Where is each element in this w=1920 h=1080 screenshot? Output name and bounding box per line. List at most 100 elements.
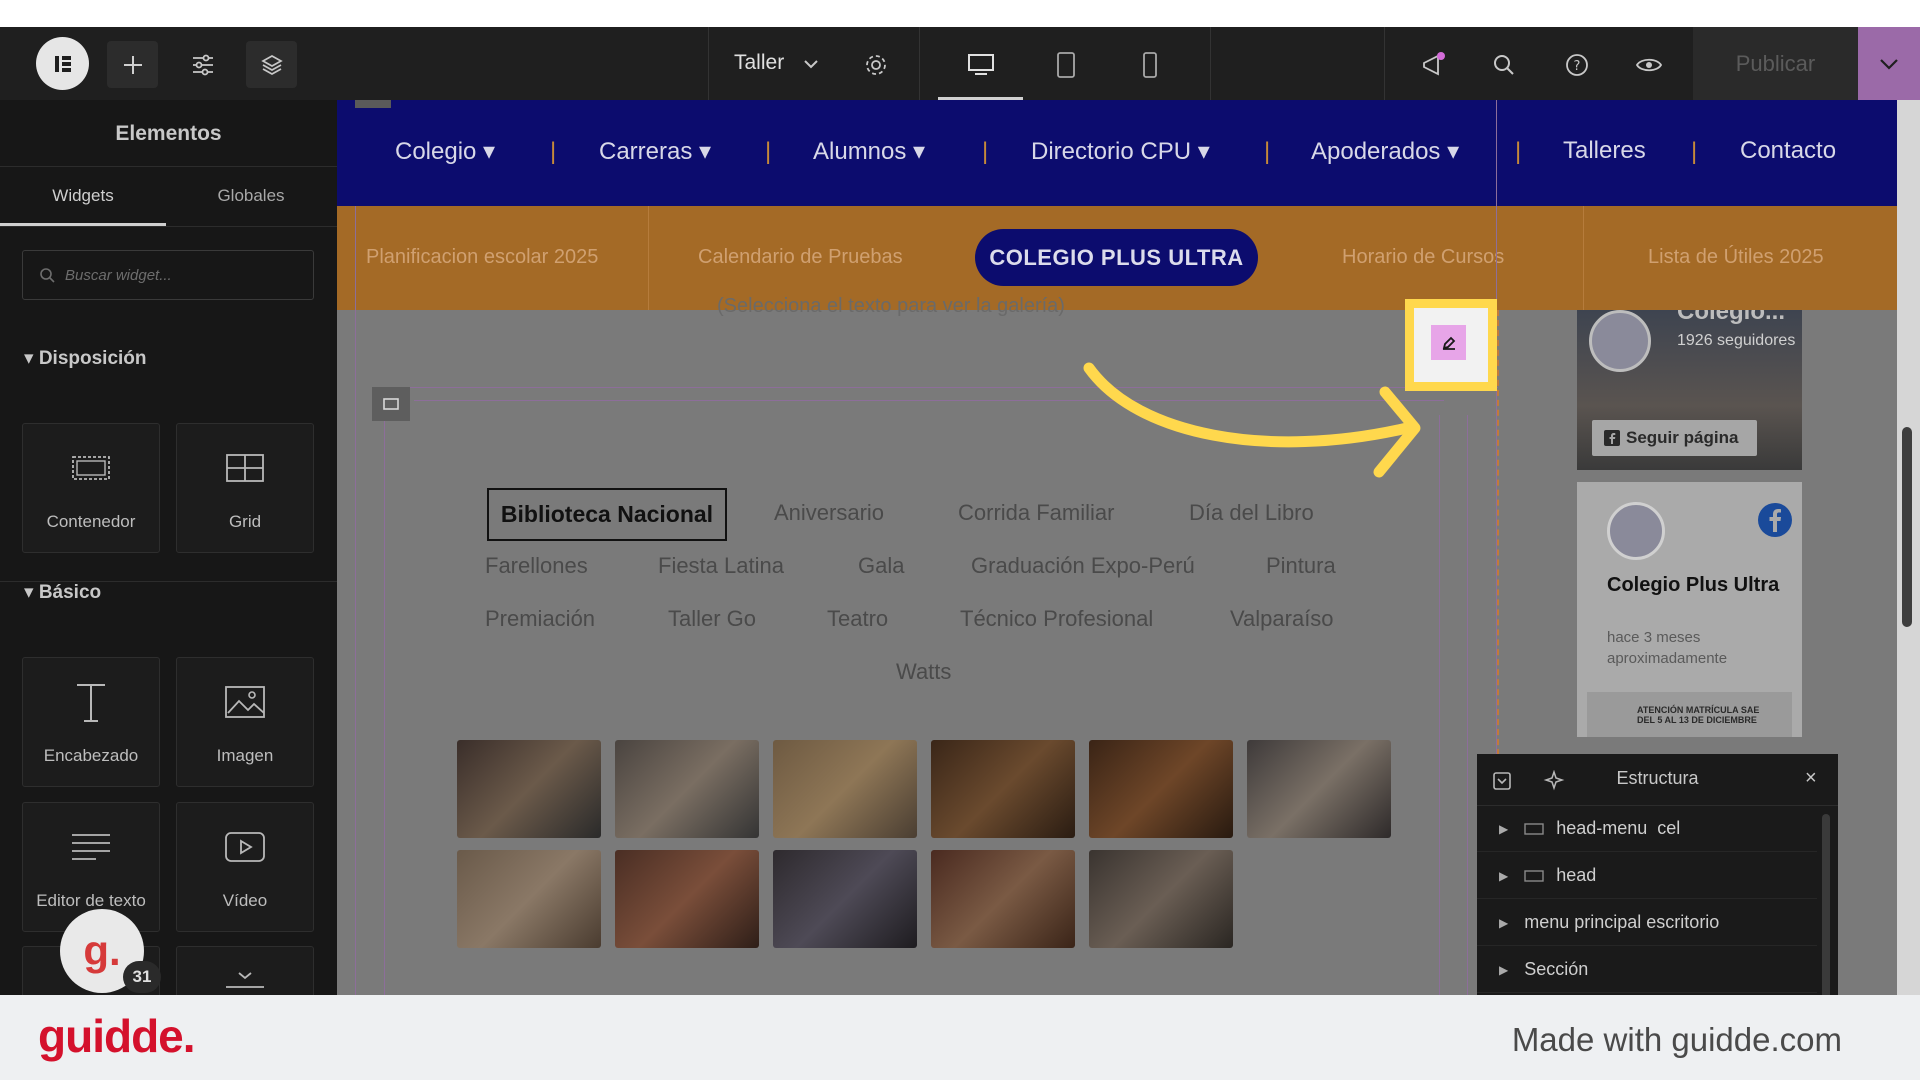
gallery-filter[interactable]: Teatro bbox=[827, 606, 888, 632]
search-icon bbox=[1493, 54, 1514, 75]
gallery-filter-active[interactable]: Biblioteca Nacional bbox=[487, 488, 727, 541]
widget-contenedor[interactable]: Contenedor bbox=[22, 423, 160, 553]
divider bbox=[1210, 27, 1211, 100]
elementor-logo-icon[interactable] bbox=[36, 37, 89, 90]
container-icon bbox=[72, 456, 110, 480]
gallery-filter[interactable]: Gala bbox=[858, 553, 904, 579]
subnav-calendario[interactable]: Calendario de Pruebas bbox=[698, 246, 903, 269]
mobile-view-button[interactable] bbox=[1124, 41, 1175, 88]
subnav-lista-utiles[interactable]: Lista de Útiles 2025 bbox=[1648, 246, 1824, 269]
nav-item-apoderados[interactable]: Apoderados ▾ bbox=[1311, 137, 1459, 166]
structure-button[interactable] bbox=[246, 41, 297, 88]
close-icon[interactable]: × bbox=[1805, 767, 1817, 790]
divider bbox=[919, 27, 920, 100]
gallery-filter[interactable]: Pintura bbox=[1266, 553, 1336, 579]
layers-icon bbox=[260, 54, 283, 75]
gallery-filter[interactable]: Watts bbox=[896, 659, 951, 685]
gallery-image[interactable] bbox=[931, 740, 1075, 838]
container-handle[interactable] bbox=[372, 387, 410, 421]
publish-button[interactable]: Publicar bbox=[1693, 27, 1858, 100]
widget-encabezado[interactable]: Encabezado bbox=[22, 657, 160, 787]
preview-button[interactable] bbox=[1623, 41, 1674, 88]
widget-imagen[interactable]: Imagen bbox=[176, 657, 314, 787]
nav-item-talleres[interactable]: Talleres bbox=[1563, 137, 1646, 165]
nav-item-carreras[interactable]: Carreras ▾ bbox=[599, 137, 711, 166]
section-handle[interactable] bbox=[355, 100, 391, 108]
container-icon bbox=[1524, 822, 1544, 835]
add-element-button[interactable] bbox=[107, 41, 158, 88]
structure-row[interactable]: ▶ head bbox=[1477, 853, 1817, 899]
tablet-icon bbox=[1056, 51, 1075, 78]
elementor-editor: Taller ? Publicar Elementos Widgets Glob… bbox=[0, 27, 1920, 995]
gallery-filter[interactable]: Fiesta Latina bbox=[658, 553, 784, 579]
section-label: Disposición bbox=[38, 348, 147, 369]
nav-item-colegio[interactable]: Colegio ▾ bbox=[395, 137, 495, 166]
tab-globales[interactable]: Globales bbox=[168, 186, 334, 206]
canvas-scrollbar[interactable] bbox=[1902, 427, 1912, 627]
section-label: Básico bbox=[38, 582, 102, 603]
svg-text:?: ? bbox=[1573, 59, 1580, 74]
gallery-image[interactable] bbox=[1247, 740, 1391, 838]
text-editor-icon bbox=[72, 834, 110, 860]
gallery-filter[interactable]: Corrida Familiar bbox=[958, 500, 1114, 526]
gallery-image[interactable] bbox=[1089, 740, 1233, 838]
tab-widgets[interactable]: Widgets bbox=[0, 186, 166, 206]
gallery-filter[interactable]: Farellones bbox=[485, 553, 588, 579]
publish-options-button[interactable] bbox=[1858, 27, 1920, 100]
divider-icon bbox=[226, 972, 264, 995]
gallery-image[interactable] bbox=[615, 740, 759, 838]
sliders-icon bbox=[192, 54, 213, 75]
image-icon bbox=[225, 686, 265, 718]
site-settings-button[interactable] bbox=[177, 41, 228, 88]
section-disposicion[interactable]: ▾ Disposición bbox=[24, 347, 147, 370]
grid-icon bbox=[226, 454, 264, 482]
nav-item-contacto[interactable]: Contacto bbox=[1740, 137, 1836, 165]
plus-icon bbox=[123, 55, 142, 74]
gallery-image[interactable] bbox=[931, 850, 1075, 948]
page-name-dropdown[interactable]: Taller bbox=[734, 51, 784, 75]
nav-item-directorio[interactable]: Directorio CPU ▾ bbox=[1031, 137, 1210, 166]
widget-label: Vídeo bbox=[222, 891, 268, 910]
structure-row[interactable]: ▶ head-menu cel bbox=[1477, 806, 1817, 852]
help-button[interactable]: ? bbox=[1551, 41, 1602, 88]
gallery-filter[interactable]: Día del Libro bbox=[1189, 500, 1314, 526]
widget-video[interactable]: Vídeo bbox=[176, 802, 314, 932]
edit-widget-button[interactable] bbox=[1431, 325, 1466, 360]
facebook-post: Colegio Plus Ultra hace 3 meses aproxima… bbox=[1577, 482, 1802, 737]
gallery-image[interactable] bbox=[457, 740, 601, 838]
gallery-filter[interactable]: Valparaíso bbox=[1230, 606, 1334, 632]
gallery-filter[interactable]: Premiación bbox=[485, 606, 595, 632]
widget-search-input[interactable]: Buscar widget... bbox=[22, 250, 314, 300]
gallery-image[interactable] bbox=[773, 740, 917, 838]
structure-row[interactable]: ▶ menu principal escritorio bbox=[1477, 900, 1817, 946]
gallery-filter[interactable]: Técnico Profesional bbox=[960, 606, 1153, 632]
site-sub-nav: Planificacion escolar 2025 Calendario de… bbox=[337, 206, 1897, 310]
section-basico[interactable]: ▾ Básico bbox=[24, 581, 101, 604]
tablet-view-button[interactable] bbox=[1040, 41, 1091, 88]
notifications-button[interactable] bbox=[1407, 41, 1458, 88]
followers-count: 1926 seguidores bbox=[1677, 332, 1796, 349]
gallery-image[interactable] bbox=[773, 850, 917, 948]
gallery-image[interactable] bbox=[615, 850, 759, 948]
subnav-colegio-plus-ultra[interactable]: COLEGIO PLUS ULTRA bbox=[975, 229, 1258, 286]
divider bbox=[708, 27, 709, 100]
chevron-down-icon[interactable] bbox=[803, 59, 819, 69]
subnav-planificacion[interactable]: Planificacion escolar 2025 bbox=[366, 246, 598, 269]
search-icon bbox=[40, 268, 55, 283]
gallery-filter[interactable]: Graduación Expo-Perú bbox=[971, 553, 1195, 579]
widget-grid[interactable]: Grid bbox=[176, 423, 314, 553]
search-button[interactable] bbox=[1478, 41, 1529, 88]
gallery-filter[interactable]: Taller Go bbox=[668, 606, 756, 632]
gallery-filter[interactable]: Aniversario bbox=[774, 500, 884, 526]
subnav-horario[interactable]: Horario de Cursos bbox=[1342, 246, 1504, 269]
gallery-image[interactable] bbox=[457, 850, 601, 948]
nav-item-alumnos[interactable]: Alumnos ▾ bbox=[813, 137, 925, 166]
structure-row[interactable]: ▶ Sección bbox=[1477, 947, 1817, 993]
container-icon bbox=[383, 398, 399, 410]
mobile-icon bbox=[1142, 51, 1157, 78]
structure-scrollbar[interactable] bbox=[1822, 814, 1830, 995]
page-settings-button[interactable] bbox=[850, 41, 901, 88]
desktop-view-button[interactable] bbox=[955, 41, 1006, 88]
widget-divider[interactable] bbox=[176, 946, 314, 995]
gallery-image[interactable] bbox=[1089, 850, 1233, 948]
